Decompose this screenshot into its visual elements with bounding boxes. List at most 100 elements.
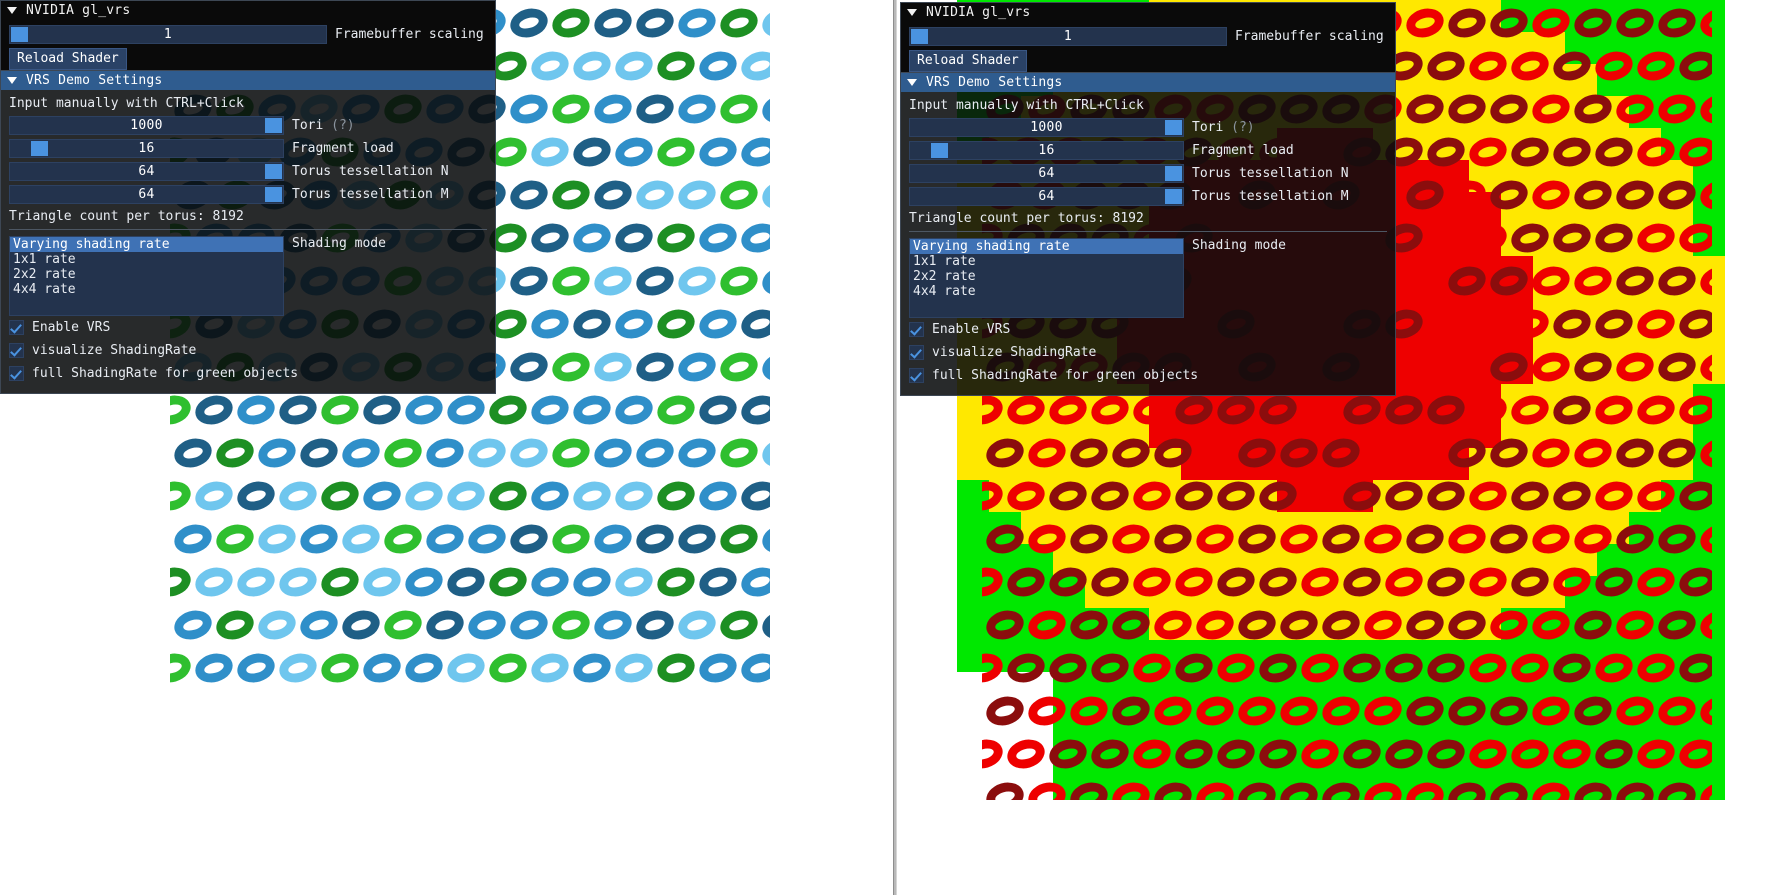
shading-mode-option-1x1[interactable]: 1x1 rate [910, 254, 1183, 269]
triangle-down-icon[interactable] [907, 9, 917, 16]
tess-m-row: 64 Torus tessellation M [1, 185, 495, 204]
torus [1444, 344, 1486, 387]
torus [527, 559, 569, 602]
enable-vrs-checkbox[interactable] [9, 320, 24, 335]
framebuffer-scaling-value: 1 [163, 27, 173, 42]
torus [1465, 215, 1507, 258]
full-shadingrate-green-row[interactable]: full ShadingRate for green objects [1, 364, 495, 383]
main-window-titlebar-right[interactable]: NVIDIA gl_vrs [901, 3, 1395, 22]
shading-mode-listbox[interactable]: Varying shading rate 1x1 rate 2x2 rate 4… [909, 238, 1184, 318]
torus [1486, 602, 1528, 645]
fragment-load-slider[interactable]: 16 [9, 139, 284, 158]
fragment-load-slider[interactable]: 16 [909, 141, 1184, 160]
torus [1297, 645, 1339, 688]
main-window-left[interactable]: NVIDIA gl_vrs 1 Framebuffer scaling Relo… [0, 0, 496, 79]
torus [275, 645, 317, 688]
torus [1675, 645, 1712, 688]
reload-shader-button[interactable]: Reload Shader [909, 50, 1027, 72]
torus [1444, 430, 1486, 473]
vrs-settings-titlebar-left[interactable]: VRS Demo Settings [1, 71, 495, 90]
main-window-titlebar-left[interactable]: NVIDIA gl_vrs [1, 1, 495, 20]
torus [1465, 473, 1507, 516]
enable-vrs-row[interactable]: Enable VRS [1, 318, 495, 337]
torus [1087, 731, 1129, 774]
torus [1591, 43, 1633, 86]
vrs-settings-window-right[interactable]: VRS Demo Settings Input manually with CT… [900, 72, 1396, 396]
reload-shader-button[interactable]: Reload Shader [9, 48, 127, 70]
torus [653, 645, 695, 688]
torus [1507, 473, 1549, 516]
torus [590, 344, 632, 387]
triangle-down-icon[interactable] [7, 7, 17, 14]
shading-mode-option-2x2[interactable]: 2x2 rate [10, 267, 283, 282]
enable-vrs-label: Enable VRS [32, 320, 111, 335]
enable-vrs-checkbox[interactable] [909, 322, 924, 337]
torus [401, 645, 443, 688]
full-shadingrate-green-checkbox[interactable] [909, 368, 924, 383]
torus [1696, 172, 1712, 215]
torus [1360, 430, 1402, 473]
torus [716, 172, 758, 215]
shading-mode-option-2x2[interactable]: 2x2 rate [910, 269, 1183, 284]
torus [170, 430, 212, 473]
torus [1360, 688, 1402, 731]
vrs-settings-titlebar-right[interactable]: VRS Demo Settings [901, 73, 1395, 92]
triangle-count-text: Triangle count per torus: 8192 [909, 211, 1144, 226]
main-window-right[interactable]: NVIDIA gl_vrs 1 Framebuffer scaling Relo… [900, 2, 1396, 81]
triangle-down-icon[interactable] [907, 79, 917, 86]
full-shadingrate-green-label: full ShadingRate for green objects [932, 368, 1199, 383]
torus [1486, 516, 1528, 559]
torus [1423, 473, 1465, 516]
torus [1360, 516, 1402, 559]
torus [982, 430, 1024, 473]
shading-mode-option-4x4[interactable]: 4x4 rate [10, 282, 283, 297]
tori-slider[interactable]: 1000 [909, 118, 1184, 137]
tess-n-label: Torus tessellation N [1192, 166, 1349, 181]
tori-slider[interactable]: 1000 [9, 116, 284, 135]
framebuffer-scaling-slider[interactable]: 1 [909, 27, 1227, 46]
shading-mode-option-4x4[interactable]: 4x4 rate [910, 284, 1183, 299]
full-shadingrate-green-row[interactable]: full ShadingRate for green objects [901, 366, 1395, 385]
torus [1444, 774, 1486, 800]
tess-n-slider[interactable]: 64 [9, 162, 284, 181]
torus [569, 559, 611, 602]
torus [1696, 602, 1712, 645]
enable-vrs-row[interactable]: Enable VRS [901, 320, 1395, 339]
torus [611, 301, 653, 344]
visualize-shadingrate-checkbox[interactable] [909, 345, 924, 360]
tess-m-slider[interactable]: 64 [909, 187, 1184, 206]
torus [1318, 688, 1360, 731]
full-shadingrate-green-checkbox[interactable] [9, 366, 24, 381]
fragment-load-value: 16 [138, 141, 155, 156]
vrs-settings-window-left[interactable]: VRS Demo Settings Input manually with CT… [0, 70, 496, 394]
shading-mode-option-varying[interactable]: Varying shading rate [910, 239, 1183, 254]
torus [1654, 86, 1696, 129]
torus [653, 559, 695, 602]
tess-m-slider[interactable]: 64 [9, 185, 284, 204]
triangle-down-icon[interactable] [7, 77, 17, 84]
torus [1255, 731, 1297, 774]
visualize-shadingrate-row[interactable]: visualize ShadingRate [901, 343, 1395, 362]
torus [1549, 473, 1591, 516]
torus [569, 645, 611, 688]
framebuffer-scaling-slider[interactable]: 1 [9, 25, 327, 44]
torus [1234, 688, 1276, 731]
tess-n-slider[interactable]: 64 [909, 164, 1184, 183]
torus [1465, 129, 1507, 172]
torus [695, 215, 737, 258]
shading-mode-option-1x1[interactable]: 1x1 rate [10, 252, 283, 267]
torus [982, 602, 1024, 645]
visualize-shadingrate-row[interactable]: visualize ShadingRate [1, 341, 495, 360]
torus [982, 559, 1003, 602]
torus [569, 473, 611, 516]
torus [1129, 645, 1171, 688]
shading-mode-listbox[interactable]: Varying shading rate 1x1 rate 2x2 rate 4… [9, 236, 284, 316]
torus-row [170, 516, 770, 562]
torus [1465, 387, 1507, 430]
visualize-shadingrate-checkbox[interactable] [9, 343, 24, 358]
torus [982, 731, 1003, 774]
torus [1423, 43, 1465, 86]
torus [1045, 731, 1087, 774]
torus [1276, 688, 1318, 731]
shading-mode-option-varying[interactable]: Varying shading rate [10, 237, 283, 252]
